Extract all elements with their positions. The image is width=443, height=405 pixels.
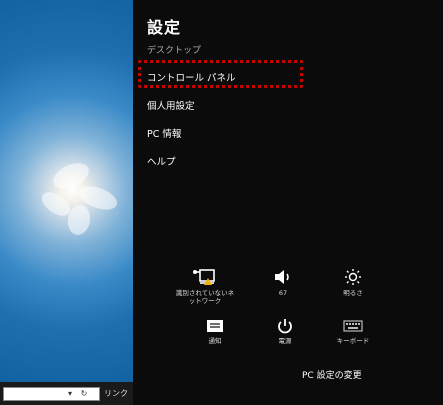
network-label: 識別されていないネットワーク (175, 289, 235, 305)
panel-title: 設定 (147, 18, 182, 37)
menu-item-personalization[interactable]: 個人用設定 (147, 98, 195, 112)
notifications-tile[interactable]: 通知 (185, 318, 245, 345)
network-tile[interactable]: 識別されていないネットワーク (175, 268, 235, 305)
network-warning-icon (193, 269, 215, 285)
change-pc-settings-link[interactable]: PC 設定の変更 (302, 368, 362, 381)
panel-subtitle: デスクトップ (147, 46, 202, 56)
volume-label: 67 (278, 289, 288, 297)
notifications-label: 通知 (208, 337, 222, 345)
menu-item-help[interactable]: ヘルプ (147, 154, 176, 168)
chevron-down-icon[interactable]: ▾ (64, 389, 76, 399)
brightness-tile[interactable]: 明るさ (323, 268, 383, 297)
power-tile[interactable]: 電源 (255, 318, 315, 345)
power-label: 電源 (278, 337, 292, 345)
keyboard-label: キーボード (336, 337, 370, 345)
volume-icon (275, 270, 289, 284)
links-toolbar[interactable]: リンク (104, 387, 128, 401)
keyboard-tile[interactable]: キーボード (323, 318, 383, 345)
brightness-icon (345, 269, 361, 285)
brightness-label: 明るさ (343, 289, 363, 297)
address-bar[interactable]: ▾ ↻ (3, 387, 100, 401)
volume-tile[interactable]: 67 (253, 268, 313, 297)
power-icon (278, 319, 292, 334)
refresh-icon[interactable]: ↻ (78, 389, 90, 399)
menu-item-pc-info[interactable]: PC 情報 (147, 126, 181, 140)
settings-charm-panel: 設定 デスクトップ コントロール パネル 個人用設定 PC 情報 ヘルプ 識別さ… (133, 0, 443, 405)
desktop-background: ▾ ↻ リンク (0, 0, 133, 405)
taskbar: ▾ ↻ リンク (0, 382, 133, 405)
notifications-icon (207, 320, 223, 332)
keyboard-icon (343, 320, 363, 332)
menu-item-control-panel[interactable]: コントロール パネル (147, 70, 236, 84)
